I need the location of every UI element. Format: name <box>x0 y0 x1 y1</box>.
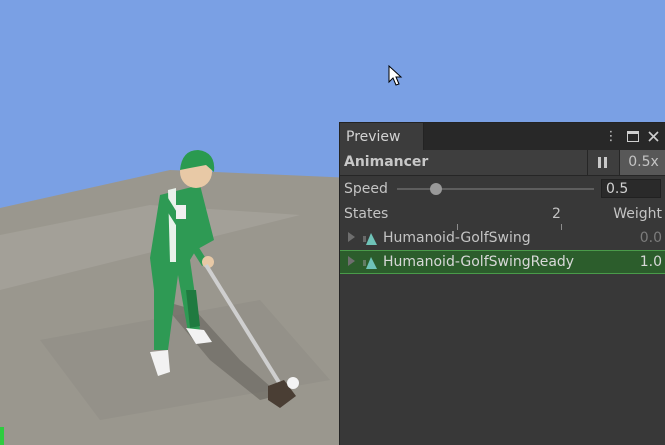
pause-icon <box>598 157 601 168</box>
state-row-selected[interactable]: Humanoid-GolfSwingReady 1.0 <box>340 250 665 274</box>
speed-slider-handle[interactable] <box>430 183 443 195</box>
states-count: 2 <box>552 206 561 222</box>
animation-clip-icon <box>363 233 377 245</box>
panel-tab-bar: Preview ⋮ <box>340 123 665 150</box>
state-weight: 1.0 <box>639 254 662 270</box>
state-name: Humanoid-GolfSwingReady <box>383 254 575 270</box>
golf-ball <box>287 377 299 389</box>
state-row[interactable]: Humanoid-GolfSwing 0.0 <box>340 226 665 250</box>
state-weight: 0.0 <box>639 230 662 246</box>
close-icon[interactable] <box>644 123 662 150</box>
maximize-icon[interactable] <box>624 123 642 150</box>
speed-slider[interactable] <box>397 188 594 190</box>
speed-input[interactable]: 0.5 <box>601 179 661 198</box>
expand-arrow-icon[interactable] <box>348 232 355 242</box>
state-name: Humanoid-GolfSwing <box>383 230 531 246</box>
weight-label: Weight <box>613 206 662 222</box>
kebab-menu-icon[interactable]: ⋮ <box>602 123 620 150</box>
pause-button[interactable] <box>587 150 618 175</box>
panel-title: Animancer <box>344 154 429 170</box>
speed-label: Speed <box>344 181 388 197</box>
animancer-header: Animancer 0.5x <box>340 150 665 176</box>
preview-panel: Preview ⋮ Animancer 0.5x Speed 0.5 State… <box>339 122 665 445</box>
tab-preview[interactable]: Preview <box>340 123 424 150</box>
expand-arrow-icon[interactable] <box>348 256 355 266</box>
states-header: States 2 Weight <box>340 202 665 226</box>
speed-row: Speed 0.5 <box>340 176 665 202</box>
animation-clip-icon <box>363 257 377 269</box>
speed-toggle-button[interactable]: 0.5x <box>619 150 665 175</box>
states-label: States <box>344 206 389 222</box>
